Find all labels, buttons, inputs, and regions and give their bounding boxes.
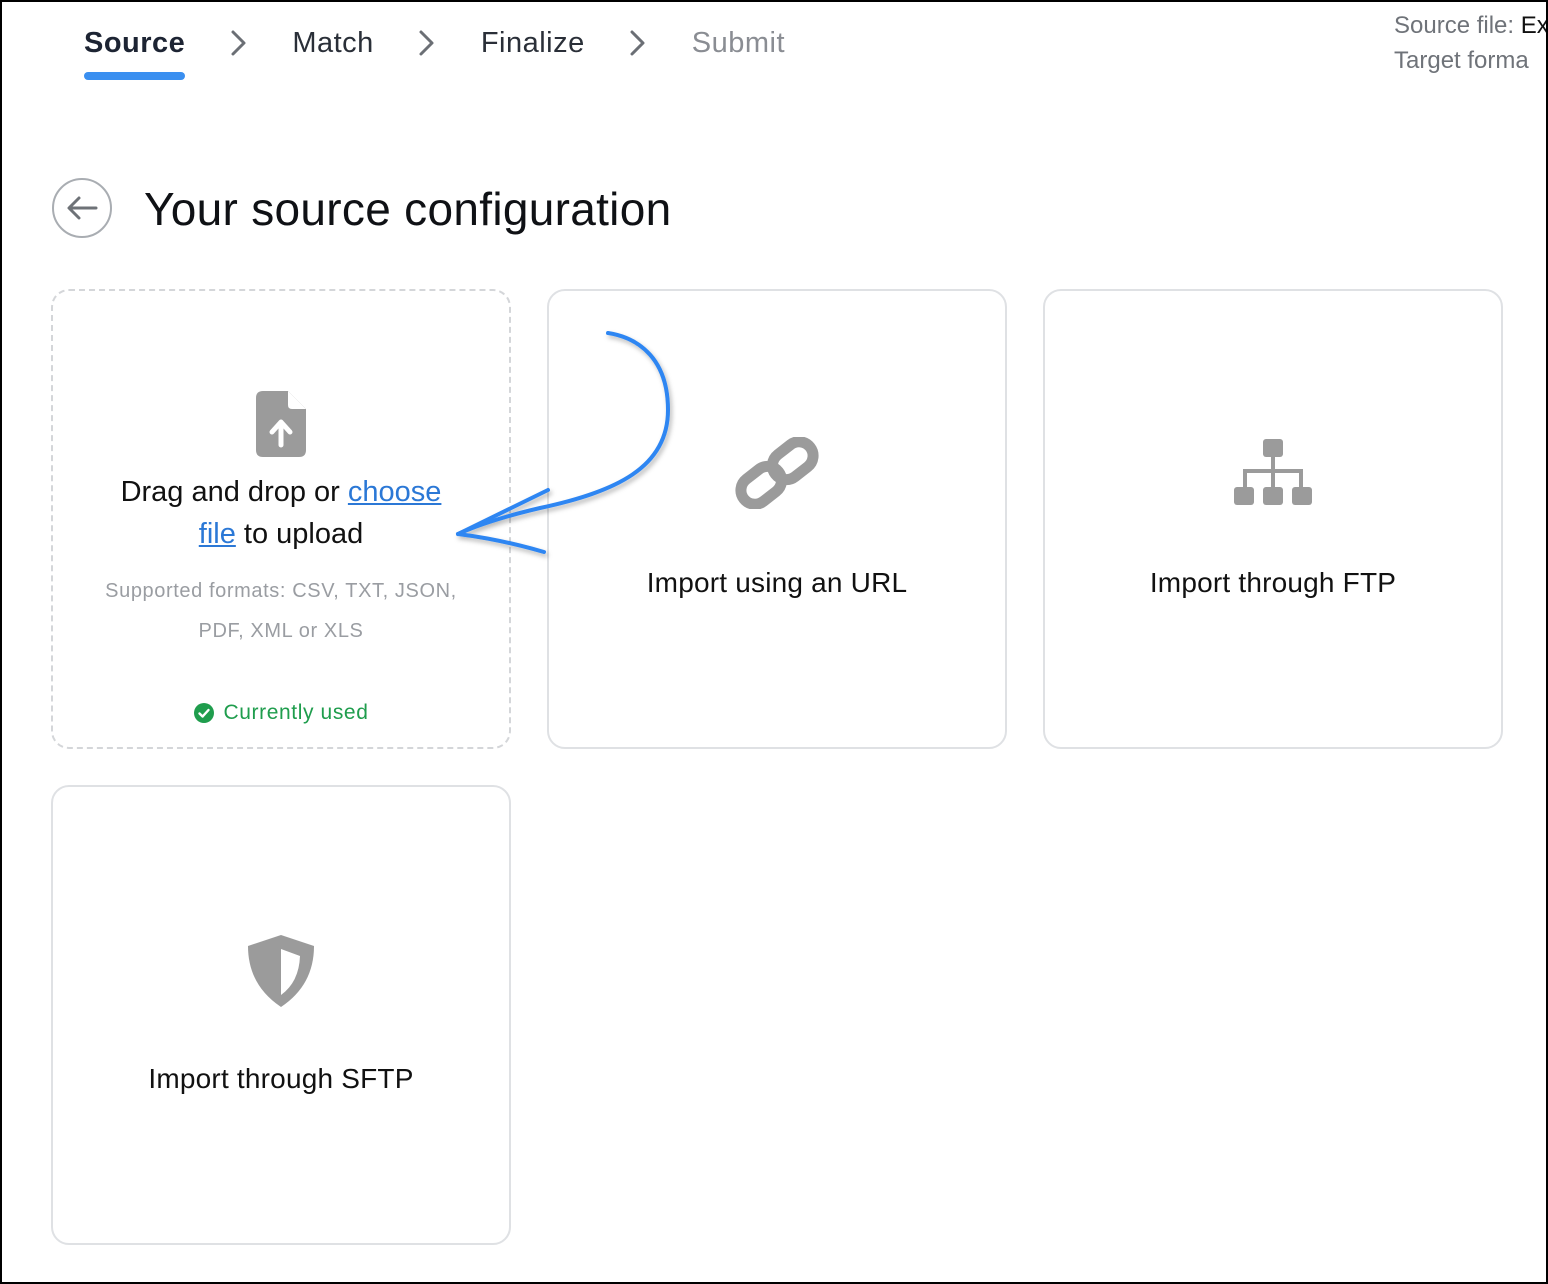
- upload-text-before: Drag and drop or: [120, 476, 348, 508]
- step-source-label: Source: [84, 27, 186, 59]
- step-submit-label: Submit: [691, 27, 786, 59]
- step-source[interactable]: Source: [84, 24, 186, 80]
- upload-text-after: to upload: [235, 518, 364, 550]
- target-format-label: Target forma: [1394, 47, 1529, 74]
- choose-file-link-continued[interactable]: file: [199, 518, 236, 550]
- link-icon: [735, 437, 819, 509]
- import-ftp-option[interactable]: Import through FTP: [1043, 289, 1503, 749]
- back-button[interactable]: [52, 178, 112, 238]
- import-sftp-label: Import through SFTP: [148, 1063, 414, 1094]
- currently-used-badge: Currently used: [53, 701, 509, 725]
- import-ftp-label: Import through FTP: [1149, 567, 1397, 598]
- upload-dropzone[interactable]: Drag and drop or choose file to upload S…: [51, 289, 511, 749]
- source-file-info: Source file: Ex: [1394, 8, 1548, 43]
- arrow-left-icon: [67, 196, 98, 220]
- sitemap-icon: [1234, 439, 1312, 505]
- step-match[interactable]: Match: [292, 24, 373, 62]
- step-submit[interactable]: Submit: [692, 24, 785, 62]
- stepper: Source Match Finalize Submit: [84, 24, 785, 84]
- chevron-right-icon: [374, 24, 481, 62]
- supported-formats: Supported formats: CSV, TXT, JSON, PDF, …: [83, 571, 479, 651]
- supported-formats-line-1: Supported formats: CSV, TXT, JSON,: [105, 580, 457, 602]
- source-file-label: Source file:: [1394, 12, 1515, 39]
- step-finalize[interactable]: Finalize: [481, 24, 585, 62]
- app-window: Source Match Finalize Submit Source file…: [0, 0, 1548, 1284]
- currently-used-label: Currently used: [223, 701, 369, 724]
- source-file-value: Ex: [1520, 12, 1548, 39]
- page-title: Your source configuration: [144, 183, 672, 235]
- check-circle-icon: [193, 703, 214, 723]
- choose-file-link[interactable]: choose: [348, 476, 442, 508]
- step-match-label: Match: [292, 27, 374, 59]
- import-sftp-option[interactable]: Import through SFTP: [51, 785, 511, 1245]
- shield-icon: [248, 935, 314, 1007]
- file-upload-icon: [256, 391, 306, 457]
- import-meta: Source file: Ex Target forma: [1394, 8, 1548, 78]
- upload-instructions: Drag and drop or choose file to upload: [83, 471, 479, 555]
- active-step-indicator: [84, 72, 186, 80]
- import-url-option[interactable]: Import using an URL: [547, 289, 1007, 749]
- chevron-right-icon: [185, 24, 292, 62]
- chevron-right-icon: [585, 24, 692, 62]
- import-url-label: Import using an URL: [646, 567, 908, 598]
- supported-formats-line-2: PDF, XML or XLS: [198, 620, 364, 642]
- step-finalize-label: Finalize: [480, 27, 585, 59]
